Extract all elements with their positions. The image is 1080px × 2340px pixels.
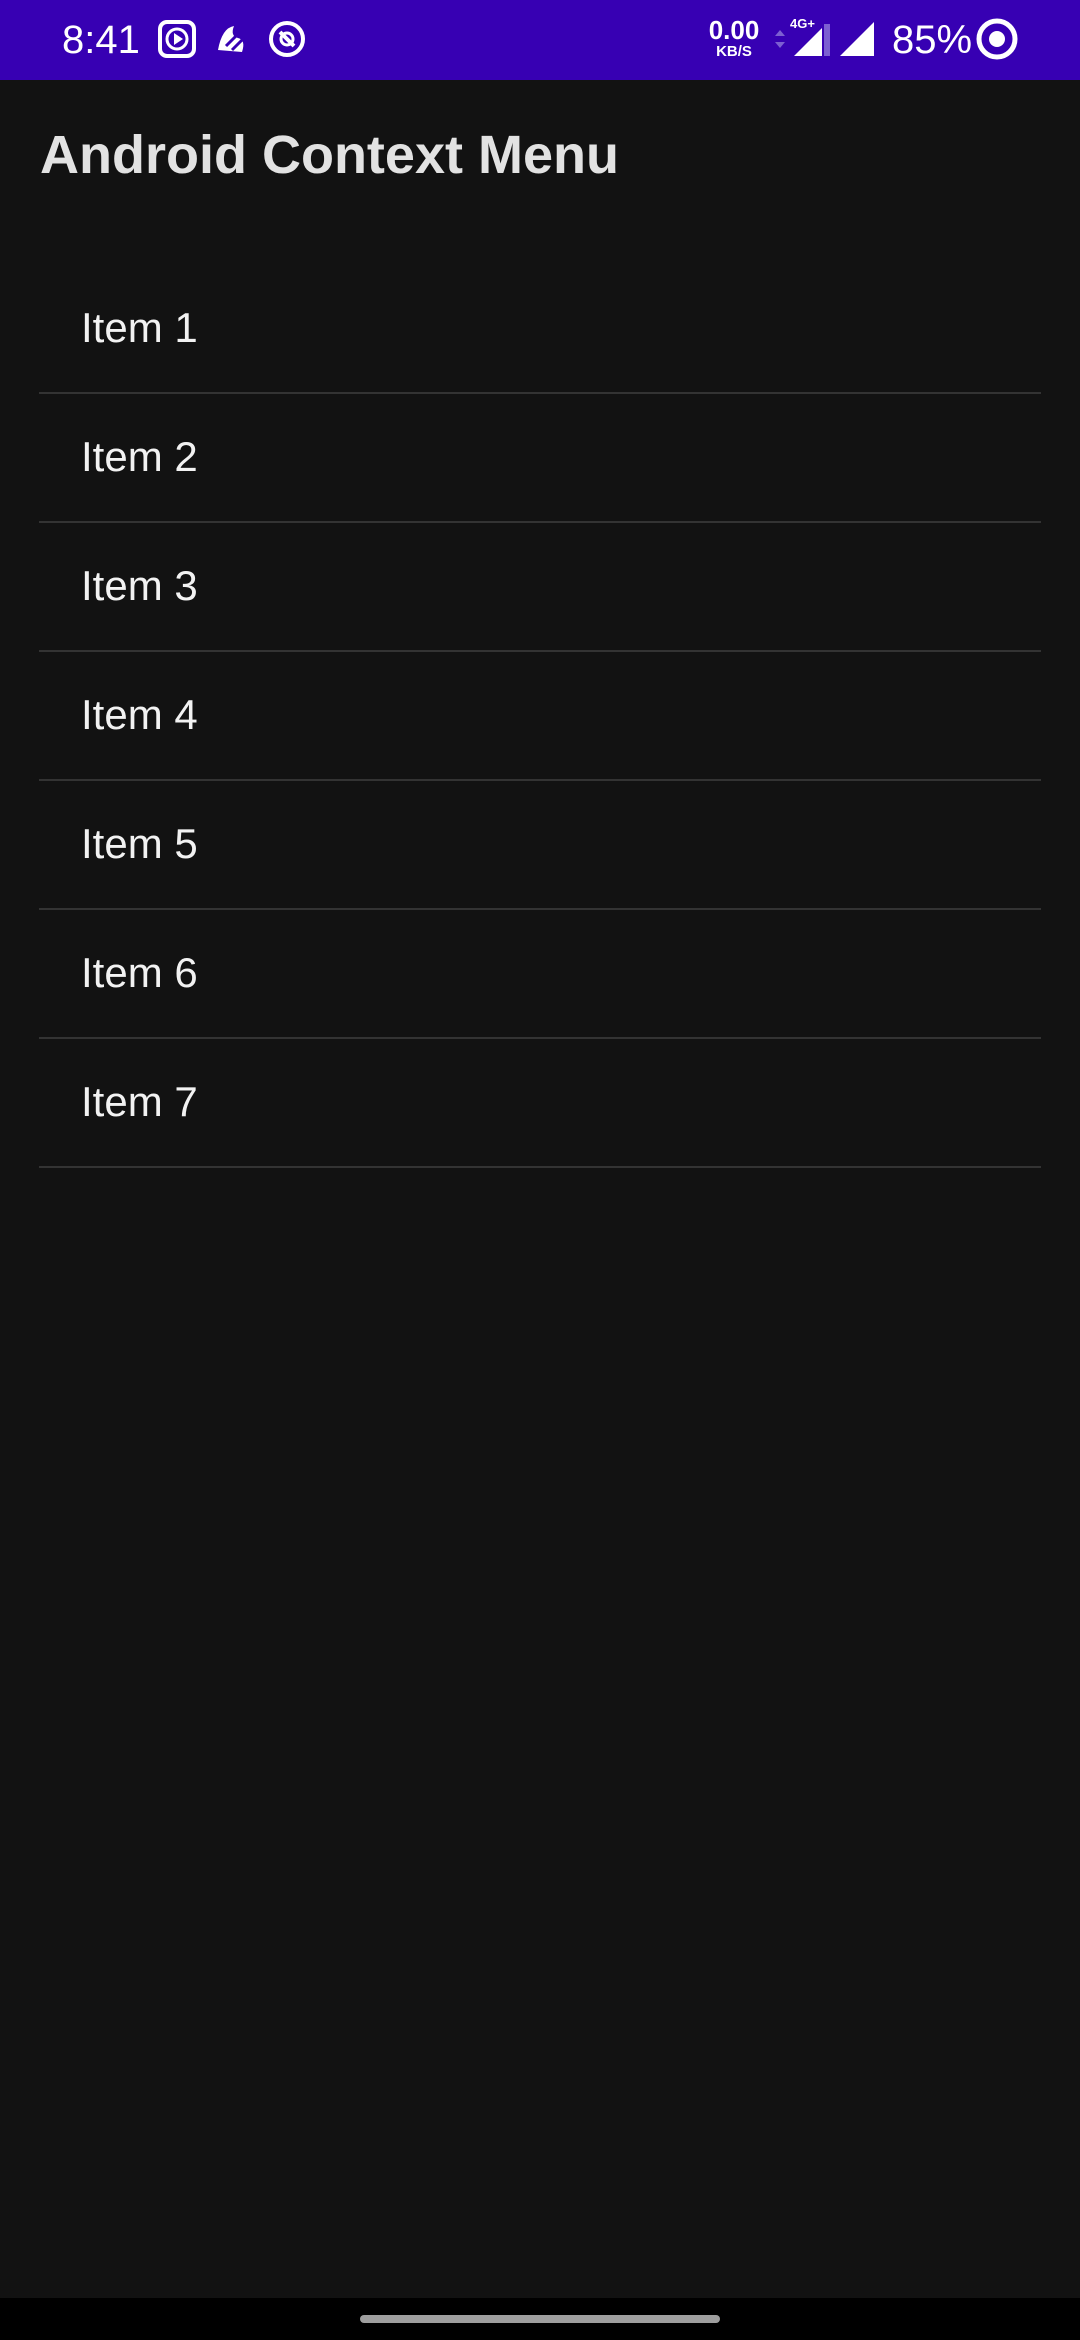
list-item-label: Item 4 (81, 691, 198, 738)
status-time: 8:41 (62, 18, 140, 62)
signal-4g-icon: 4G+ (788, 14, 832, 60)
wifi-signal-icon (838, 18, 876, 60)
list-item-label: Item 5 (81, 820, 198, 867)
item-list: Item 1 Item 2 Item 3 Item 4 Item 5 Item … (39, 265, 1041, 1168)
app-notification-icon (212, 18, 254, 60)
list-item-label: Item 1 (81, 304, 198, 351)
screen-recorder-icon (156, 18, 198, 60)
net-speed-indicator: 0.00 KB/S (704, 16, 764, 60)
list-item-label: Item 2 (81, 433, 198, 480)
network-type-label: 4G+ (790, 16, 815, 31)
list-item-label: Item 3 (81, 562, 198, 609)
list-item-5[interactable]: Item 5 (39, 781, 1041, 910)
list-item-2[interactable]: Item 2 (39, 394, 1041, 523)
list-item-label: Item 6 (81, 949, 198, 996)
app-screen: 8:41 0.00 KB/S 4G+ 85% Android Context M… (0, 0, 1080, 2340)
battery-percentage: 85% (892, 18, 973, 62)
list-item-3[interactable]: Item 3 (39, 523, 1041, 652)
gesture-handle[interactable] (360, 2315, 720, 2323)
data-saver-icon (266, 18, 308, 60)
net-speed-value: 0.00 (708, 15, 760, 45)
network-arrows-icon (772, 18, 788, 60)
page-title: Android Context Menu (40, 125, 619, 185)
battery-ring-icon (974, 16, 1020, 62)
list-item-1[interactable]: Item 1 (39, 265, 1041, 394)
list-item-7[interactable]: Item 7 (39, 1039, 1041, 1168)
list-item-6[interactable]: Item 6 (39, 910, 1041, 1039)
list-item-label: Item 7 (81, 1078, 198, 1125)
status-bar: 8:41 0.00 KB/S 4G+ 85% (0, 0, 1080, 80)
net-speed-unit: KB/S (716, 43, 752, 60)
list-item-4[interactable]: Item 4 (39, 652, 1041, 781)
